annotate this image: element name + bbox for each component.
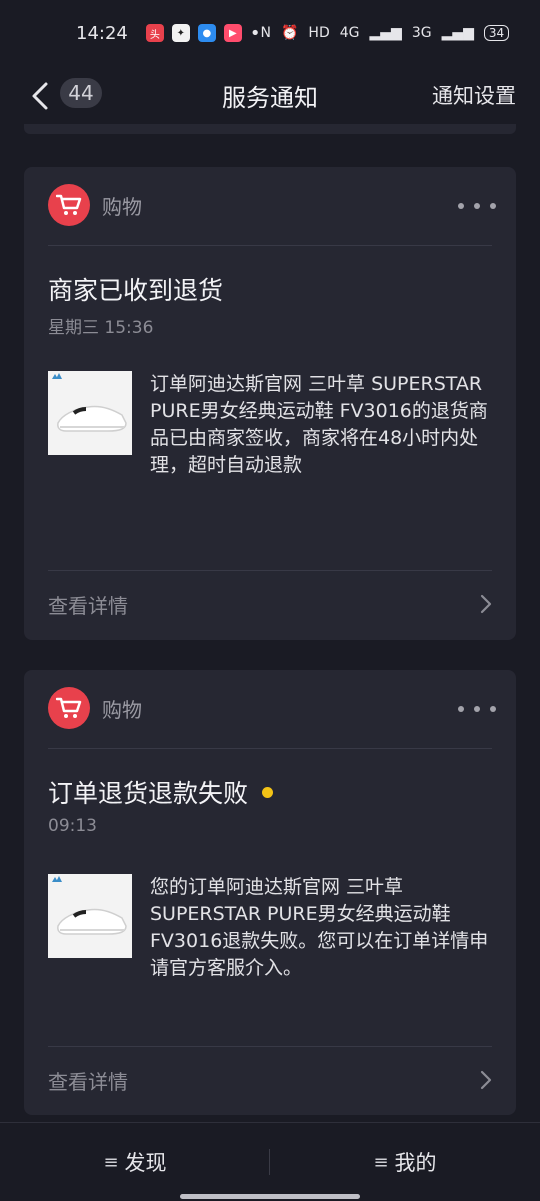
divider bbox=[48, 570, 492, 571]
more-options-button[interactable] bbox=[458, 195, 496, 217]
view-details-label: 查看详情 bbox=[48, 593, 128, 618]
view-details-row[interactable]: 查看详情 bbox=[48, 572, 492, 636]
toutiao-app-icon: 头 bbox=[145, 24, 164, 42]
hd-label: HD bbox=[308, 25, 330, 41]
notification-card: 购物 订单退货退款失败 09:13 您的订单阿迪达斯官网 三叶草 SUPERST… bbox=[24, 670, 516, 1115]
shopping-cart-icon bbox=[48, 687, 90, 729]
battery-icon: 34 bbox=[483, 25, 510, 41]
status-right: N ⏰ HD 4G ▂▄▆ 3G ▂▄▆ 34 bbox=[261, 25, 510, 41]
signal-bars-icon: ▂▄▆ bbox=[369, 25, 402, 41]
notification-dot-icon: • bbox=[249, 22, 261, 44]
menu-lines-icon: ≡ bbox=[373, 1151, 389, 1173]
discover-menu-button[interactable]: ≡ 发现 bbox=[0, 1123, 270, 1201]
unread-dot-icon bbox=[262, 786, 274, 798]
status-bar: 14:24 头 ✦ ● ▶ • N ⏰ HD 4G ▂▄▆ 3G ▂▄▆ 34 bbox=[0, 0, 540, 66]
dot-icon bbox=[474, 203, 480, 209]
divider bbox=[48, 1046, 492, 1047]
chevron-right-icon bbox=[480, 594, 492, 614]
navigation-bar: 44 服务通知 通知设置 bbox=[0, 66, 540, 124]
nfc-icon: N bbox=[260, 25, 271, 41]
card-title: 订单退货退款失败 bbox=[48, 774, 274, 810]
view-details-label: 查看详情 bbox=[48, 1069, 128, 1094]
dot-icon bbox=[458, 706, 464, 712]
dot-icon bbox=[490, 706, 496, 712]
status-time: 14:24 bbox=[76, 22, 128, 44]
card-time: 09:13 bbox=[48, 816, 97, 836]
divider bbox=[48, 245, 492, 246]
mine-menu-button[interactable]: ≡ 我的 bbox=[270, 1123, 540, 1201]
view-details-row[interactable]: 查看详情 bbox=[48, 1048, 492, 1112]
chevron-right-icon bbox=[480, 1070, 492, 1090]
sneaker-image bbox=[48, 371, 132, 455]
product-thumbnail[interactable] bbox=[48, 371, 132, 455]
mine-label: 我的 bbox=[394, 1151, 437, 1175]
feather-app-icon: ✦ bbox=[171, 24, 190, 42]
product-thumbnail[interactable] bbox=[48, 874, 132, 958]
signal-3g-label: 3G bbox=[411, 25, 432, 41]
signal-bars-icon-2: ▂▄▆ bbox=[441, 25, 474, 41]
menu-lines-icon: ≡ bbox=[103, 1151, 119, 1173]
card-title-text: 商家已收到退货 bbox=[48, 276, 224, 305]
more-options-button[interactable] bbox=[458, 698, 496, 720]
card-body-text: 订单阿迪达斯官网 三叶草 SUPERSTAR PURE男女经典运动鞋 FV301… bbox=[150, 373, 488, 476]
card-time: 星期三 15:36 bbox=[48, 318, 154, 338]
status-left: 14:24 头 ✦ ● ▶ • bbox=[76, 23, 261, 44]
card-title: 商家已收到退货 bbox=[48, 271, 223, 307]
notification-settings-link[interactable]: 通知设置 bbox=[432, 80, 516, 110]
alarm-icon: ⏰ bbox=[280, 25, 299, 41]
card-body-text: 您的订单阿迪达斯官网 三叶草 SUPERSTAR PURE男女经典运动鞋 FV3… bbox=[150, 876, 489, 979]
previous-card-edge bbox=[24, 124, 516, 134]
sneaker-image bbox=[48, 874, 132, 958]
card-category: 购物 bbox=[102, 194, 142, 219]
notification-card: 购物 商家已收到退货 星期三 15:36 订单阿迪达斯官网 三叶草 SUPERS… bbox=[24, 167, 516, 640]
card-category: 购物 bbox=[102, 697, 142, 722]
discover-label: 发现 bbox=[124, 1151, 167, 1175]
signal-4g-label: 4G bbox=[339, 25, 360, 41]
dot-icon bbox=[474, 706, 480, 712]
card-header: 购物 bbox=[48, 184, 142, 226]
dot-icon bbox=[490, 203, 496, 209]
dot-icon bbox=[458, 203, 464, 209]
circle-app-icon: ● bbox=[197, 24, 216, 42]
card-title-text: 订单退货退款失败 bbox=[48, 779, 249, 808]
bottom-menu-bar: ≡ 发现 ≡ 我的 bbox=[0, 1122, 540, 1201]
divider bbox=[48, 748, 492, 749]
shopping-cart-icon bbox=[48, 184, 90, 226]
play-app-icon: ▶ bbox=[223, 24, 242, 42]
home-indicator[interactable] bbox=[180, 1194, 360, 1199]
card-header: 购物 bbox=[48, 687, 142, 729]
